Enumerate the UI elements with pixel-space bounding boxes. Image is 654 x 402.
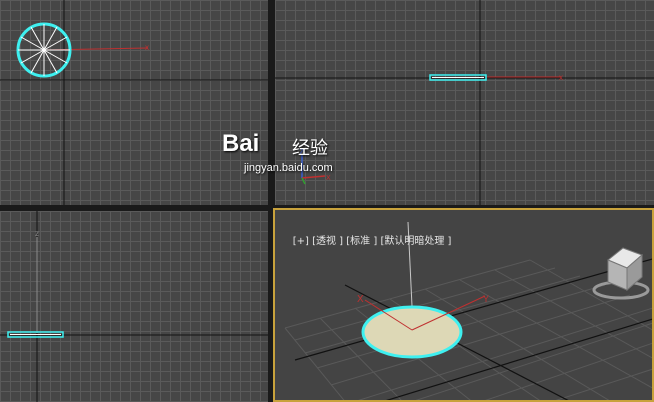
top-viewport-canvas: x <box>0 0 268 205</box>
viewport-left[interactable]: z <box>0 211 268 402</box>
cylinder-left-view[interactable] <box>7 331 64 338</box>
y-axis-label: Y <box>483 294 489 304</box>
left-viewport-canvas: z <box>0 211 268 402</box>
viewport-top[interactable]: x <box>0 0 268 205</box>
x-axis-label: X <box>357 294 364 305</box>
perspective-grid <box>284 259 652 400</box>
viewport-perspective[interactable]: [+] [透视 ] [标准 ] [默认明暗处理 ] X Y <box>273 208 654 402</box>
front-viewport-canvas: x Z X <box>275 0 654 205</box>
gizmo-x-label: X <box>326 175 331 182</box>
viewport-label: [+] [透视 ] [标准 ] [默认明暗处理 ] <box>280 221 452 258</box>
x-axis-label: x <box>559 73 563 82</box>
viewport-standard-menu[interactable]: [标准 ] <box>346 236 377 247</box>
viewport-shading-menu[interactable]: [默认明暗处理 ] <box>380 236 451 247</box>
cylinder-top-view[interactable] <box>16 22 72 78</box>
gizmo-z-label: Z <box>299 148 304 157</box>
cylinder-front-view[interactable] <box>429 74 487 81</box>
viewport-front[interactable]: x Z X <box>275 0 654 205</box>
z-axis-label: z <box>35 229 39 238</box>
axis-gizmo: Z X <box>299 148 331 185</box>
viewport-menu-plus[interactable]: [+] <box>293 236 309 247</box>
x-axis-label: x <box>145 43 149 52</box>
viewport-view-menu[interactable]: [透视 ] <box>312 236 343 247</box>
